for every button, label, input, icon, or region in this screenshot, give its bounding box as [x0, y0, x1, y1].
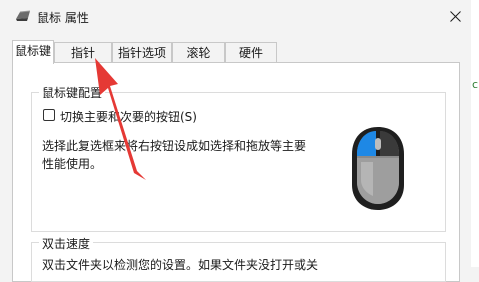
mouse-illustration-icon — [352, 127, 404, 210]
window-title: 鼠标 属性 — [37, 11, 89, 25]
close-icon — [449, 10, 461, 22]
tab-label: 滚轮 — [186, 46, 211, 60]
tab-label: 鼠标键 — [14, 44, 51, 58]
title-bar: 鼠标 属性 — [0, 0, 471, 34]
swap-buttons-label[interactable]: 切换主要和次要的按钮(S) — [60, 108, 197, 125]
tab-label: 指针 — [70, 46, 95, 60]
close-button[interactable] — [440, 2, 470, 30]
button-config-title: 鼠标键配置 — [39, 84, 106, 101]
mouse-properties-window: 鼠标 属性 鼠标键 指针 指针选项 滚轮 硬件 鼠标键配置 切换主要和次要的按钮… — [0, 0, 472, 282]
background-text: c — [472, 78, 479, 91]
double-click-description: 双击文件夹以检测您的设置。如果文件夹没打开或关 — [42, 258, 319, 272]
mouse-illustration — [321, 94, 435, 224]
double-click-title: 双击速度 — [39, 235, 94, 252]
button-config-description: 选择此复选框来将右按钮设成如选择和拖放等主要性能使用。 — [42, 139, 307, 171]
tab-label: 指针选项 — [117, 46, 166, 60]
tab-wheel[interactable]: 滚轮 — [172, 42, 225, 62]
background-window-edge — [471, 0, 479, 267]
tab-hardware[interactable]: 硬件 — [225, 42, 277, 62]
tab-pointer-options[interactable]: 指针选项 — [112, 42, 172, 62]
swap-buttons-checkbox[interactable] — [43, 109, 55, 121]
tab-pointers[interactable]: 指针 — [54, 42, 112, 62]
tab-buttons[interactable]: 鼠标键 — [12, 40, 54, 64]
tab-label: 硬件 — [238, 46, 263, 60]
mouse-title-icon — [16, 10, 31, 21]
